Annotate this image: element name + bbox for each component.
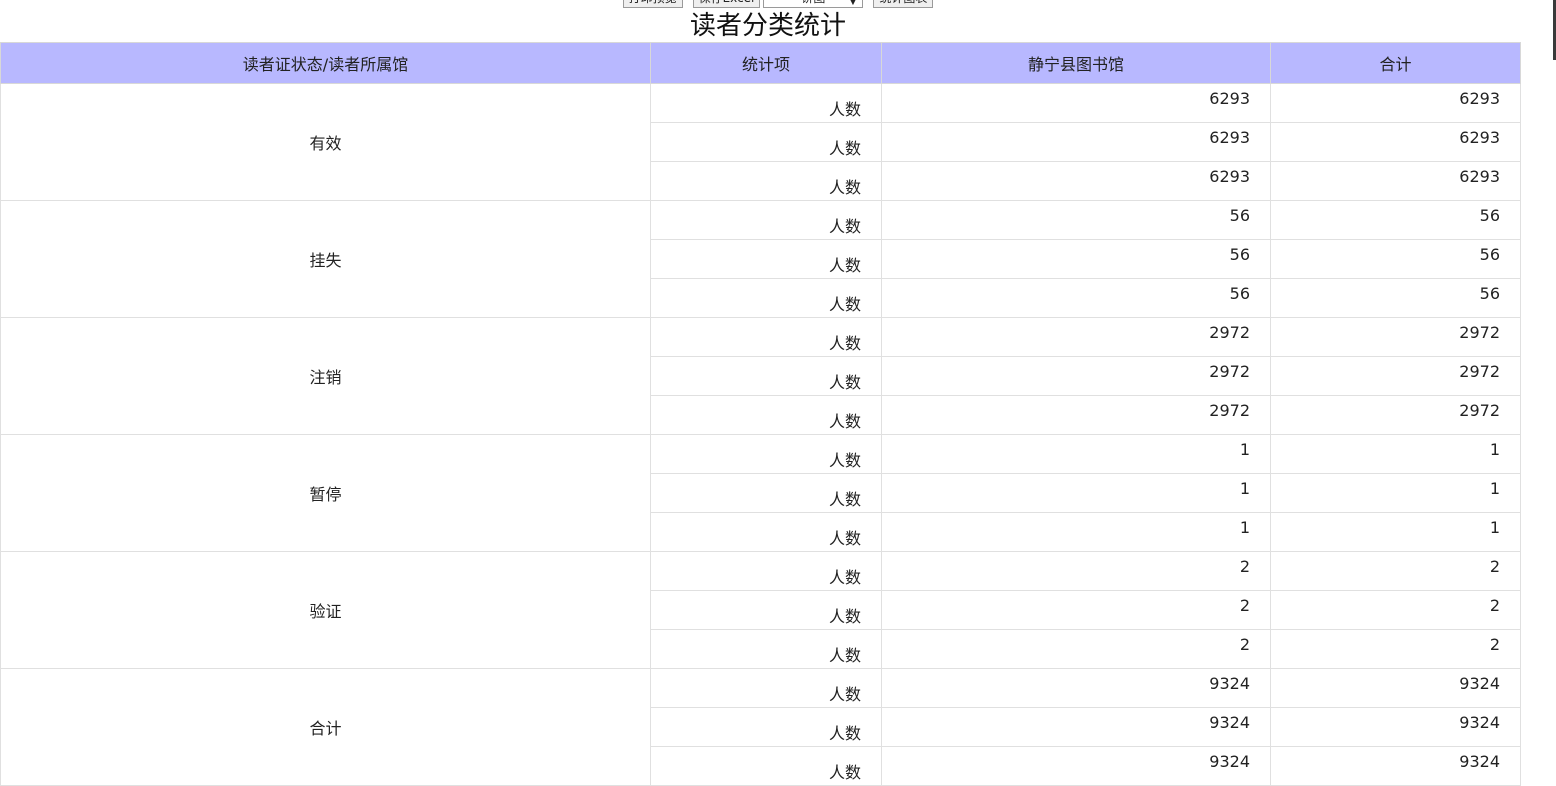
total-count-cell: 56 xyxy=(1270,278,1521,318)
stat-item-cell: 人数 xyxy=(650,122,882,162)
stat-item-cell: 人数 xyxy=(650,200,882,240)
stat-item-cell: 人数 xyxy=(650,512,882,552)
stat-item-cell: 人数 xyxy=(650,434,882,474)
table-header-row: 读者证状态/读者所属馆 统计项 静宁县图书馆 合计 xyxy=(0,42,1521,84)
header-status-library: 读者证状态/读者所属馆 xyxy=(0,42,651,84)
library-count-cell: 1 xyxy=(881,473,1271,513)
group-label: 挂失 xyxy=(0,200,651,318)
stat-item-cell: 人数 xyxy=(650,317,882,357)
library-count-cell: 56 xyxy=(881,239,1271,279)
total-count-cell: 1 xyxy=(1270,473,1521,513)
library-count-cell: 9324 xyxy=(881,668,1271,708)
total-count-cell: 56 xyxy=(1270,239,1521,279)
total-count-cell: 2 xyxy=(1270,551,1521,591)
table-row: 合计 人数 9324 9324 xyxy=(0,668,1521,786)
header-library: 静宁县图书馆 xyxy=(881,42,1271,84)
total-count-cell: 1 xyxy=(1270,512,1521,552)
library-count-cell: 6293 xyxy=(881,83,1271,123)
library-count-cell: 56 xyxy=(881,278,1271,318)
table-row: 有效 人数 6293 6293 xyxy=(0,83,1521,201)
header-stat-item: 统计项 xyxy=(650,42,882,84)
stat-item-cell: 人数 xyxy=(650,161,882,201)
total-count-cell: 2972 xyxy=(1270,395,1521,435)
stat-item-cell: 人数 xyxy=(650,590,882,630)
stat-item-cell: 人数 xyxy=(650,83,882,123)
library-count-cell: 2 xyxy=(881,551,1271,591)
table-row: 验证 人数 2 2 xyxy=(0,551,1521,669)
view-select-value: 饼图 xyxy=(801,0,825,5)
group-label: 暂停 xyxy=(0,434,651,552)
total-count-cell: 6293 xyxy=(1270,122,1521,162)
stat-item-cell: 人数 xyxy=(650,629,882,669)
stat-item-cell: 人数 xyxy=(650,278,882,318)
stat-item-cell: 人数 xyxy=(650,239,882,279)
stat-item-cell: 人数 xyxy=(650,746,882,786)
total-count-cell: 9324 xyxy=(1270,668,1521,708)
save-excel-button[interactable]: 保存Excel xyxy=(692,0,761,8)
library-count-cell: 6293 xyxy=(881,161,1271,201)
stat-item-cell: 人数 xyxy=(650,356,882,396)
library-count-cell: 2972 xyxy=(881,356,1271,396)
library-count-cell: 2 xyxy=(881,590,1271,630)
stat-item-cell: 人数 xyxy=(650,551,882,591)
library-count-cell: 2 xyxy=(881,629,1271,669)
library-count-cell: 1 xyxy=(881,512,1271,552)
library-count-cell: 6293 xyxy=(881,122,1271,162)
library-count-cell: 1 xyxy=(881,434,1271,474)
total-count-cell: 2972 xyxy=(1270,317,1521,357)
library-count-cell: 9324 xyxy=(881,746,1271,786)
library-count-cell: 56 xyxy=(881,200,1271,240)
total-count-cell: 56 xyxy=(1270,200,1521,240)
group-label: 合计 xyxy=(0,668,651,786)
stat-item-cell: 人数 xyxy=(650,473,882,513)
library-count-cell: 2972 xyxy=(881,395,1271,435)
group-label: 有效 xyxy=(0,83,651,201)
table-row: 注销 人数 2972 2972 xyxy=(0,317,1521,435)
stat-item-cell: 人数 xyxy=(650,668,882,708)
table-row: 暂停 人数 1 1 xyxy=(0,434,1521,552)
total-count-cell: 2 xyxy=(1270,590,1521,630)
group-label: 验证 xyxy=(0,551,651,669)
stat-chart-button[interactable]: 统计图表 xyxy=(873,0,934,8)
view-select[interactable]: 饼图▼ xyxy=(763,0,864,8)
page-title: 读者分类统计 xyxy=(689,11,846,41)
group-label: 注销 xyxy=(0,317,651,435)
total-count-cell: 6293 xyxy=(1270,161,1521,201)
stat-item-cell: 人数 xyxy=(650,707,882,747)
total-count-cell: 2972 xyxy=(1270,356,1521,396)
stat-item-cell: 人数 xyxy=(650,395,882,435)
total-count-cell: 1 xyxy=(1270,434,1521,474)
total-count-cell: 6293 xyxy=(1270,83,1521,123)
total-count-cell: 9324 xyxy=(1270,707,1521,747)
total-count-cell: 9324 xyxy=(1270,746,1521,786)
total-count-cell: 2 xyxy=(1270,629,1521,669)
stats-table: 读者证状态/读者所属馆 统计项 静宁县图书馆 合计 有效 人数 6293 6293 人数… xyxy=(0,42,1521,786)
table-row: 挂失 人数 56 56 xyxy=(0,200,1521,318)
library-count-cell: 9324 xyxy=(881,707,1271,747)
header-total: 合计 xyxy=(1270,42,1521,84)
library-count-cell: 2972 xyxy=(881,317,1271,357)
table-body: 有效 人数 6293 6293 人数 6293 6293 人数 6293 6293 挂失 人数 56 56… xyxy=(0,83,1521,786)
print-preview-button[interactable]: 打印预览 xyxy=(622,0,683,8)
